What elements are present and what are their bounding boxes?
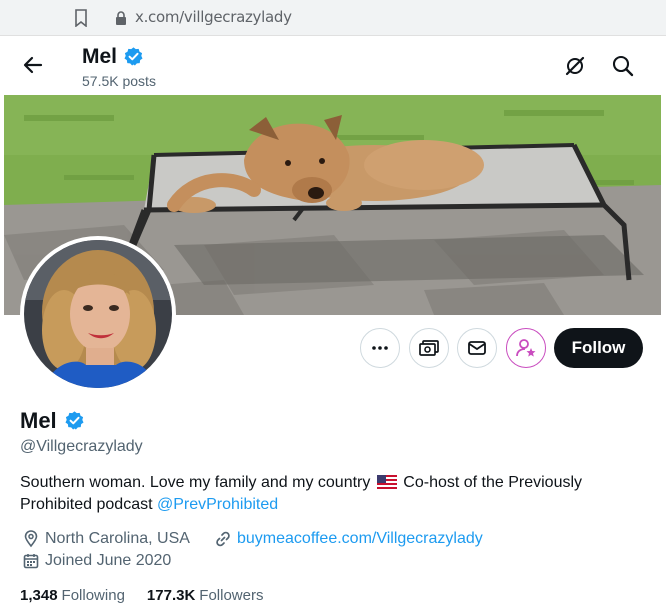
browser-address-bar: x.com/villgecrazylady [0,0,666,36]
following-count: 1,348 [20,587,58,604]
search-icon[interactable] [611,54,635,78]
more-button[interactable] [360,328,400,368]
tip-button[interactable] [409,328,449,368]
grok-icon[interactable] [563,54,587,78]
location-icon [24,530,38,548]
header-name: Mel [82,45,118,68]
money-icon [419,340,439,356]
link-icon [216,531,230,547]
followers-label: Followers [199,587,264,604]
profile-avatar[interactable] [20,236,176,392]
joined-text: Joined June 2020 [45,552,172,569]
bookmark-icon[interactable] [74,9,88,27]
bio-text: Prohibited podcast [20,496,153,513]
website-link[interactable]: buymeacoffee.com/Villgecrazylady [237,530,483,548]
verified-badge-icon[interactable] [123,46,144,67]
followers-link[interactable]: 177.3K Followers [147,587,264,604]
us-flag-icon [376,475,397,489]
profile-top-header: Mel 57.5K posts [0,36,666,94]
message-button[interactable] [457,328,497,368]
profile-location: North Carolina, USA [22,530,190,548]
header-posts-count: 57.5K posts [82,73,156,89]
calendar-icon [23,554,39,569]
following-link[interactable]: 1,348 Following [20,587,125,604]
verified-badge-icon[interactable] [64,410,85,431]
profile-bio: Southern woman. Love my family and my co… [20,472,640,516]
lock-icon [116,11,126,25]
profile-name: Mel [20,408,57,433]
bio-mention-link[interactable]: @PrevProhibited [157,496,278,513]
follow-stats: 1,348 Following 177.3K Followers [20,587,263,604]
followers-count: 177.3K [146,587,196,604]
profile-joined: Joined June 2020 [22,552,171,570]
follow-button[interactable]: Follow [554,328,643,368]
avatar-image [24,240,172,388]
following-label: Following [61,587,125,604]
location-text: North Carolina, USA [45,530,190,547]
arrow-left-icon[interactable] [20,52,46,78]
subscribe-icon [516,339,536,357]
profile-website[interactable]: buymeacoffee.com/Villgecrazylady [214,530,483,548]
subscribe-button[interactable] [506,328,546,368]
more-icon [372,346,388,350]
profile-handle: @Villgecrazylady [20,438,143,455]
bio-text: Southern woman. Love my family and my co… [20,474,371,491]
bio-text: Co-host of the Previously [403,474,583,491]
url-text[interactable]: x.com/villgecrazylady [135,8,292,26]
envelope-icon [468,341,486,355]
